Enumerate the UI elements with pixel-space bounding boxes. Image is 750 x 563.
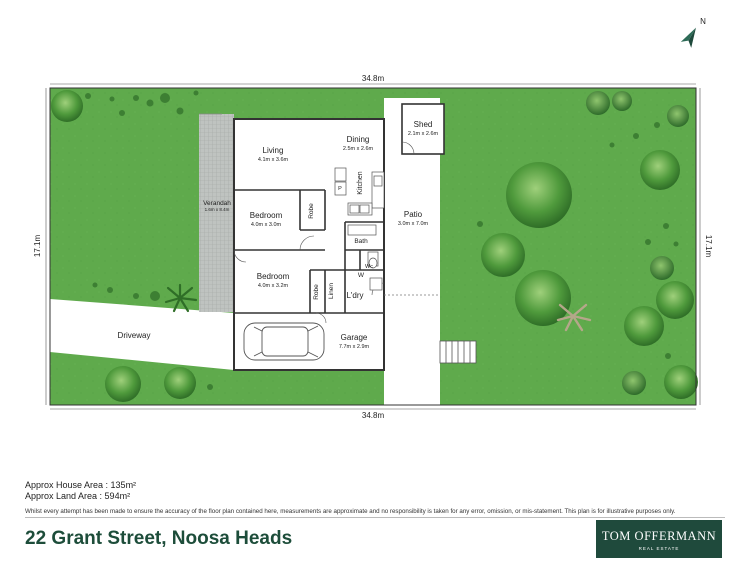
tree-icon <box>622 371 646 395</box>
room-bedroom2-name: Bedroom <box>257 272 290 281</box>
room-living-size: 4.1m x 3.6m <box>258 157 289 163</box>
north-arrow-icon <box>680 27 696 48</box>
room-bedroom2-size: 4.0m x 3.2m <box>258 283 289 289</box>
house-area: Approx House Area : 135m² <box>25 480 137 490</box>
room-robe2-name: Robe <box>313 284 320 300</box>
tree-icon <box>656 281 694 319</box>
dimension-right: 17.1m <box>704 235 713 258</box>
room-bedroom1-size: 4.0m x 3.0m <box>251 222 282 228</box>
disclaimer-text: Whilst every attempt has been made to en… <box>25 508 676 515</box>
tree-icon <box>650 256 674 280</box>
footer-divider <box>25 517 725 518</box>
dimension-top: 34.8m <box>362 74 385 83</box>
room-garage-size: 7.7m x 2.9m <box>339 344 370 350</box>
room-dining-size: 2.5m x 2.6m <box>343 146 374 152</box>
steps-icon <box>439 340 477 364</box>
dimension-left: 17.1m <box>33 235 42 258</box>
room-bath-name: Bath <box>354 238 368 245</box>
tree-icon <box>612 91 632 111</box>
room-shed-size: 2.1m x 2.6m <box>408 131 439 137</box>
tree-icon <box>640 150 680 190</box>
car-icon <box>243 322 325 361</box>
room-robe1-name: Robe <box>308 203 315 219</box>
north-label: N <box>700 17 706 26</box>
dimension-bottom: 34.8m <box>362 411 385 420</box>
verandah-area <box>199 114 234 312</box>
room-pantry-name: P <box>338 186 342 192</box>
room-linen-name: Linen <box>328 283 335 299</box>
room-patio-size: 3.0m x 7.0m <box>398 221 429 227</box>
room-shed-name: Shed <box>414 120 433 129</box>
room-laundry-name: L'dry <box>346 291 363 300</box>
shed-outline <box>401 103 445 155</box>
room-washer-name: W <box>358 272 365 279</box>
tree-icon <box>164 367 196 399</box>
site-plan: N 34.8m 34.8m 17.1m 17.1m Living 4.1m x … <box>33 17 713 420</box>
tree-icon <box>667 105 689 127</box>
room-patio-name: Patio <box>404 210 423 219</box>
tree-icon <box>506 162 572 228</box>
room-verandah-size: 1.6m x 8.4m <box>205 207 230 212</box>
logo-tagline: REAL ESTATE <box>638 546 680 551</box>
area-summary: Approx House Area : 135m² Approx Land Ar… <box>25 480 136 502</box>
tree-icon <box>586 91 610 115</box>
room-verandah-name: Verandah <box>203 200 231 207</box>
room-kitchen-name: Kitchen <box>357 171 364 194</box>
agency-logo: TOM OFFERMANN REAL ESTATE <box>596 520 722 558</box>
room-living-name: Living <box>263 146 284 155</box>
room-driveway-name: Driveway <box>118 331 151 340</box>
land-area: Approx Land Area : 594m² <box>25 491 131 501</box>
tree-icon <box>664 365 698 399</box>
tree-icon <box>105 366 141 402</box>
logo-name: TOM OFFERMANN <box>601 529 717 543</box>
property-address: 22 Grant Street, Noosa Heads <box>25 528 293 549</box>
tree-icon <box>51 90 83 122</box>
room-bedroom1-name: Bedroom <box>250 211 283 220</box>
tree-icon <box>624 306 664 346</box>
room-garage-name: Garage <box>341 333 368 342</box>
tree-icon <box>481 233 525 277</box>
room-dining-name: Dining <box>347 135 370 144</box>
room-wc-name: Wc <box>365 264 373 270</box>
